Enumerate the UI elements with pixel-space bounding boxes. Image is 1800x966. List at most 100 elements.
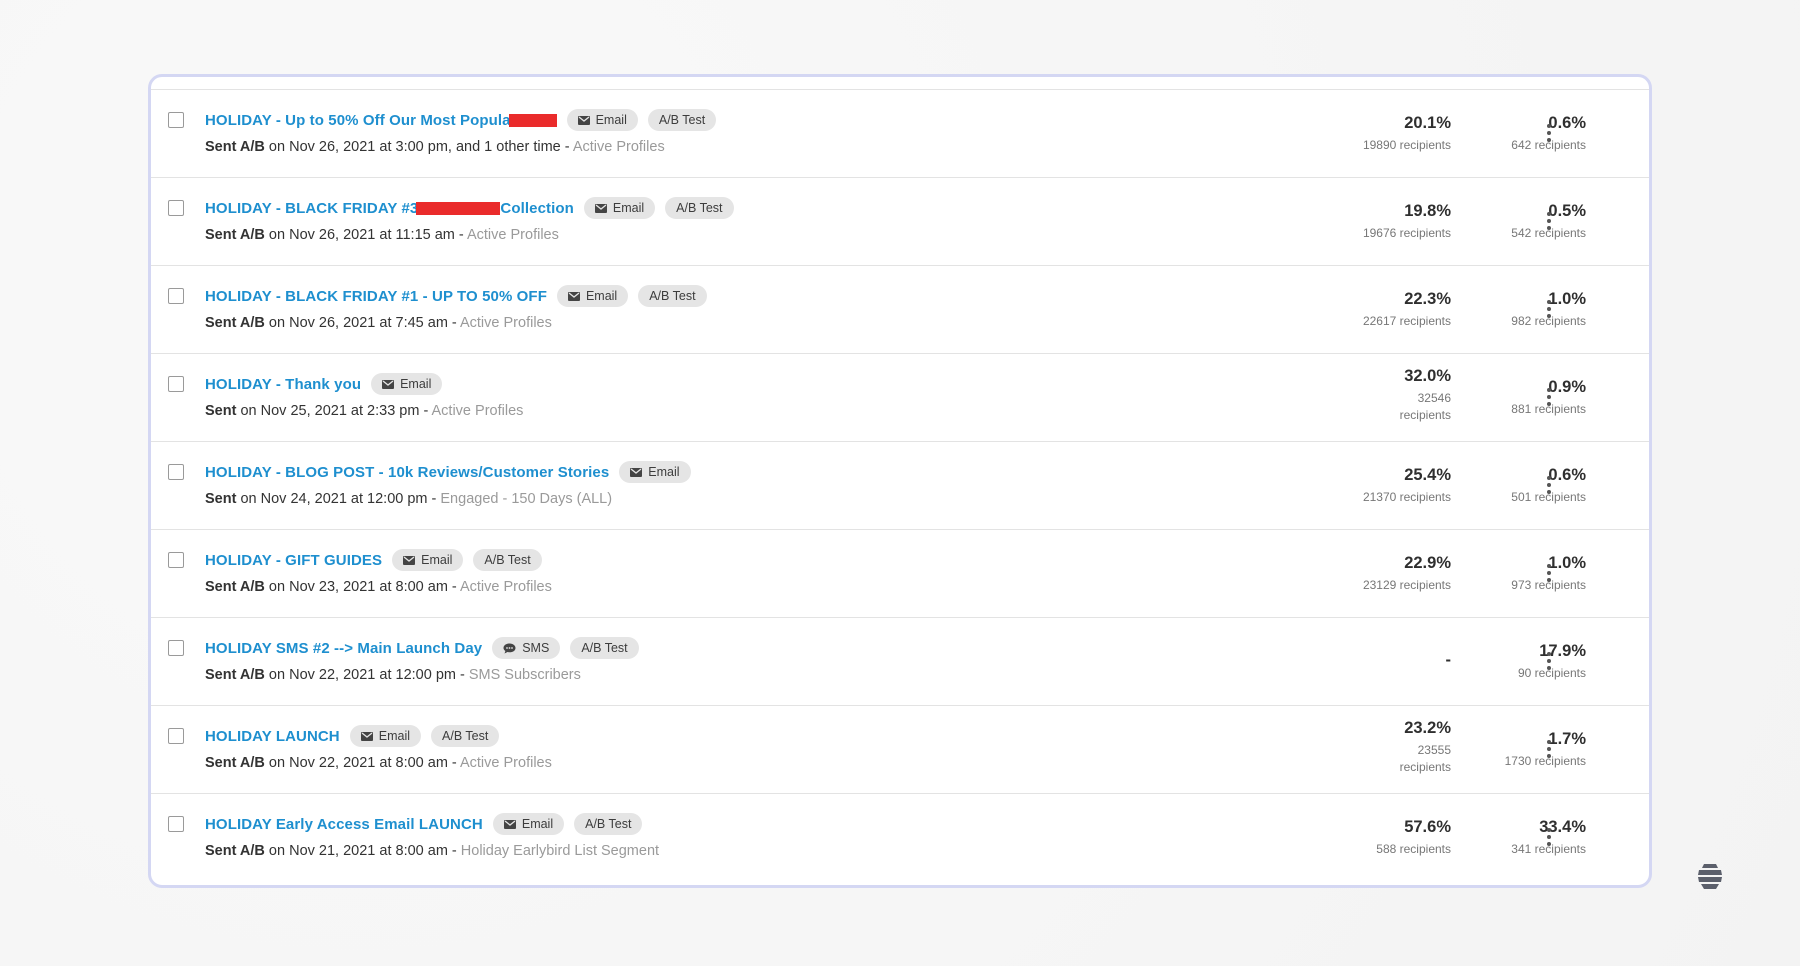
send-status: Sent A/B [205, 667, 265, 683]
campaign-title-line: HOLIDAY - Up to 50% Off Our Most Popula E… [205, 109, 717, 131]
campaign-name: HOLIDAY Early Access Email LAUNCH [205, 815, 483, 833]
click-rate-metric: 33.4% 341 recipients [1451, 817, 1586, 858]
campaign-row[interactable]: HOLIDAY - BLOG POST - 10k Reviews/Custom… [151, 442, 1649, 530]
campaign-name: HOLIDAY SMS #2 --> Main Launch Day [205, 639, 483, 657]
campaign-row[interactable]: HOLIDAY LAUNCH Email A/B Test Sent A/B on N… [151, 706, 1649, 794]
ab-test-label: A/B Test [581, 641, 628, 655]
open-rate-metric: 57.6% 588 recipients [1201, 817, 1451, 858]
campaign-title-line: HOLIDAY - BLACK FRIDAY #3 Collection Email… [205, 197, 734, 219]
channel-tag: Email [492, 813, 565, 835]
campaign-name-link[interactable]: HOLIDAY - BLACK FRIDAY #1 - UP TO 50% OF… [205, 288, 547, 305]
row-checkbox[interactable] [168, 200, 184, 216]
audience-label: Active Profiles [466, 227, 559, 243]
revenue-metric: $5,028.05 66 recipients [1586, 289, 1649, 330]
row-actions-menu-icon[interactable] [1539, 736, 1559, 762]
row-actions-menu-icon[interactable] [1539, 648, 1559, 674]
open-rate-value: 19.8% [1404, 202, 1451, 220]
row-checkbox[interactable] [168, 288, 184, 304]
audience-label: Active Profiles [459, 315, 552, 331]
campaign-title-line: HOLIDAY - Thank you Email [205, 373, 443, 395]
campaign-name-link[interactable]: HOLIDAY - Thank you [205, 376, 361, 393]
campaign-row[interactable]: HOLIDAY - GIFT GUIDES Email A/B Test Sent A… [151, 530, 1649, 618]
send-status: Sent A/B [205, 843, 265, 859]
row-checkbox[interactable] [168, 464, 184, 480]
channel-label: Email [585, 289, 618, 303]
click-rate-value: 0.9% [1548, 378, 1586, 396]
campaign-row[interactable]: HOLIDAY - BLACK FRIDAY #3 Collection Email… [151, 178, 1649, 266]
row-checkbox[interactable] [168, 640, 184, 656]
revenue-value: $202.71 [1586, 641, 1649, 661]
send-on: on [268, 139, 286, 155]
campaign-row[interactable]: HOLIDAY SMS #2 --> Main Launch Day SMS A/B… [151, 618, 1649, 706]
channel-tag: Email [371, 373, 443, 395]
click-rate-value: 0.5% [1548, 202, 1586, 220]
open-rate-metric: 22.9% 23129 recipients [1201, 553, 1451, 594]
click-rate-metric: 1.7% 1730 recipients [1451, 729, 1586, 770]
campaign-name: HOLIDAY - Thank you [205, 375, 362, 393]
row-actions-menu-icon[interactable] [1539, 120, 1559, 146]
campaign-name-link[interactable]: HOLIDAY - BLOG POST - 10k Reviews/Custom… [205, 464, 609, 481]
audience-label: SMS Subscribers [468, 667, 581, 683]
send-on: on [268, 755, 286, 771]
audience-label: Engaged - 150 Days (ALL) [440, 491, 613, 507]
row-actions-menu-icon[interactable] [1539, 472, 1559, 498]
row-checkbox[interactable] [168, 552, 184, 568]
revenue-metric: $11,645.76 140 recipients [1586, 729, 1649, 770]
open-rate-metric: 22.3% 22617 recipients [1201, 289, 1451, 330]
send-status: Sent A/B [205, 755, 265, 771]
envelope-icon [360, 731, 373, 741]
revenue-value: $4,309.49 [1586, 817, 1649, 837]
audience-label: Active Profiles [459, 755, 552, 771]
open-rate-metric: 23.2% 23555 recipients [1201, 718, 1451, 776]
open-rate-recipients: 22617 recipients [1362, 314, 1451, 328]
revenue-value: $6,061.05 [1586, 377, 1649, 397]
click-rate-recipients: 881 recipients [1511, 402, 1586, 416]
page: HOLIDAY - Up to 50% Off Our Most Popula E… [0, 0, 1800, 966]
ab-test-tag: A/B Test [638, 285, 707, 307]
campaign-row[interactable]: HOLIDAY - Up to 50% Off Our Most Popula E… [151, 90, 1649, 178]
send-date: Nov 25, 2021 at 2:33 pm - [260, 403, 429, 419]
send-on: on [268, 843, 286, 859]
campaign-name: HOLIDAY - BLOG POST - 10k Reviews/Custom… [205, 463, 610, 481]
row-checkbox[interactable] [168, 728, 184, 744]
open-rate-value: 22.3% [1404, 290, 1451, 308]
row-actions-menu-icon[interactable] [1539, 296, 1559, 322]
campaign-name-link[interactable]: HOLIDAY - Up to 50% Off Our Most Popula [205, 112, 557, 129]
row-checkbox[interactable] [168, 376, 184, 392]
campaign-name-link[interactable]: HOLIDAY SMS #2 --> Main Launch Day [205, 640, 482, 657]
open-rate-value: 20.1% [1404, 114, 1451, 132]
campaign-row[interactable]: HOLIDAY Early Access Email LAUNCH Email A/… [151, 794, 1649, 882]
send-date: Nov 26, 2021 at 11:15 am - [289, 227, 464, 243]
open-rate-metric: 19.8% 19676 recipients [1201, 201, 1451, 242]
channel-label: Email [521, 817, 554, 831]
row-checkbox[interactable] [168, 112, 184, 128]
campaign-name-link[interactable]: HOLIDAY - GIFT GUIDES [205, 552, 382, 569]
campaign-row[interactable]: HOLIDAY - Thank you Email Sent on Nov 25, … [151, 354, 1649, 442]
campaign-row[interactable]: HOLIDAY - BLACK FRIDAY #1 - UP TO 50% OF… [151, 266, 1649, 354]
row-actions-menu-icon[interactable] [1539, 560, 1559, 586]
channel-label: Email [648, 465, 680, 479]
campaign-name: HOLIDAY - BLACK FRIDAY #1 - UP TO 50% OF… [205, 287, 547, 305]
click-rate-metric: 0.9% 881 recipients [1451, 377, 1586, 418]
open-rate-metric: 32.0% 32546 recipients [1201, 366, 1451, 424]
campaign-name-link[interactable]: HOLIDAY Early Access Email LAUNCH [205, 816, 483, 833]
click-rate-recipients: 973 recipients [1511, 578, 1586, 592]
row-actions-menu-icon[interactable] [1539, 824, 1559, 850]
campaign-name-link[interactable]: HOLIDAY LAUNCH [205, 728, 340, 745]
send-status: Sent [205, 403, 237, 419]
channel-tag: Email [349, 725, 422, 747]
row-actions-menu-icon[interactable] [1539, 208, 1559, 234]
campaign-send-info: Sent A/B on Nov 26, 2021 at 3:00 pm, and… [205, 139, 665, 155]
open-rate-value: 22.9% [1404, 554, 1451, 572]
row-checkbox[interactable] [168, 816, 184, 832]
send-on: on [268, 227, 286, 243]
click-rate-recipients: 341 recipients [1511, 842, 1586, 856]
redaction-bar [508, 114, 557, 128]
send-on: on [240, 403, 257, 419]
channel-label: SMS [522, 641, 550, 655]
click-rate-value: 1.0% [1548, 290, 1586, 308]
row-actions-menu-icon[interactable] [1539, 384, 1559, 410]
revenue-recipients: 3 recipients [1586, 665, 1649, 682]
click-rate-recipients: 1730 recipients [1504, 754, 1586, 768]
campaign-name-link[interactable]: HOLIDAY - BLACK FRIDAY #3 Collection [205, 200, 574, 217]
